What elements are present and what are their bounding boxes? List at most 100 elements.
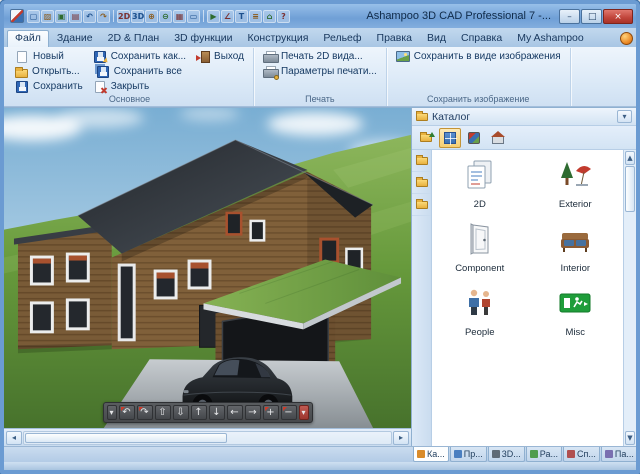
3d-viewport[interactable]: ▾ ↶ ↷ ⇧ ⇩ ↑ ↓ ← → + − ▾ xyxy=(4,108,412,429)
ashampoo-logo-icon xyxy=(620,32,633,45)
catalog-panel: Каталог ▾ 2D Exterior Component Interior… xyxy=(412,108,636,446)
save-as-button[interactable]: Сохранить как... xyxy=(88,49,191,65)
save-as-image-button[interactable]: Сохранить в виде изображения xyxy=(391,49,566,64)
folder-tab-1[interactable] xyxy=(412,150,431,172)
dock-tab-work[interactable]: Ра... xyxy=(525,447,562,462)
save-icon[interactable]: ▣ xyxy=(55,9,68,23)
text-icon[interactable]: T xyxy=(235,9,248,23)
zoom-out-nav-icon[interactable]: − xyxy=(280,405,297,421)
zoom-in-icon[interactable]: ⊕ xyxy=(145,9,158,23)
dock-tab-project[interactable]: Пр... xyxy=(449,447,487,462)
new-button[interactable]: Новый xyxy=(10,49,88,64)
home-icon[interactable] xyxy=(487,128,509,148)
dock-tab-reference[interactable]: Сп... xyxy=(562,447,600,462)
ribbon: Новый Открыть... Сохранить Сохранить как… xyxy=(4,47,636,107)
undo-icon[interactable]: ↶ xyxy=(83,9,96,23)
tab-building[interactable]: Здание xyxy=(50,30,100,47)
scroll-right-icon[interactable]: ▸ xyxy=(393,430,409,445)
folder-tab-2[interactable] xyxy=(412,172,431,194)
catalog-item-exterior[interactable]: Exterior xyxy=(528,156,624,220)
work-tab-icon xyxy=(529,450,538,458)
open-button[interactable]: Открыть... xyxy=(10,64,88,79)
hscroll-thumb[interactable] xyxy=(25,432,227,443)
app-window: ▢ ▨ ▣ ▤ ↶ ↷ 2D 3D ⊕ ⊖ ▦ ▭ ▶ ∠ T ≡ ⌂ ? As… xyxy=(0,0,640,474)
redo-icon[interactable]: ↷ xyxy=(97,9,110,23)
print-settings-button[interactable]: Параметры печати... xyxy=(258,64,382,80)
window-title: Ashampoo 3D CAD Professional 7 -... xyxy=(366,10,551,22)
tab-view[interactable]: Вид xyxy=(420,30,453,47)
rotate-right-icon[interactable]: ↷ xyxy=(136,405,153,421)
catalog-grid: 2D Exterior Component Interior People Mi… xyxy=(432,150,623,446)
materials-icon[interactable] xyxy=(463,128,485,148)
catalog-scrollbar: ▲ ▼ xyxy=(623,150,636,446)
move-right-icon[interactable]: → xyxy=(244,405,261,421)
tab-3d-functions[interactable]: 3D функции xyxy=(167,30,239,47)
category-interior-icon xyxy=(558,222,592,261)
scrollbar-thumb[interactable] xyxy=(625,166,635,212)
tab-help[interactable]: Справка xyxy=(454,30,509,47)
catalog-header: Каталог ▾ xyxy=(412,108,636,126)
dock-tab-3d[interactable]: 3D... xyxy=(487,447,525,462)
tab-terrain[interactable]: Рельеф xyxy=(316,30,368,47)
print-2d-button[interactable]: Печать 2D вида... xyxy=(258,49,382,64)
grid-view-icon[interactable] xyxy=(439,127,461,148)
save-button[interactable]: Сохранить xyxy=(10,79,88,94)
catalog-item-2d[interactable]: 2D xyxy=(432,156,528,220)
move-left-icon[interactable]: ← xyxy=(226,405,243,421)
scroll-left-icon[interactable]: ◂ xyxy=(6,430,22,445)
category-component-icon xyxy=(463,222,497,261)
exit-button[interactable]: Выход xyxy=(191,49,249,64)
ruler-icon[interactable]: ▭ xyxy=(187,9,200,23)
close-project-button[interactable]: Закрыть xyxy=(88,79,191,94)
home-view-icon[interactable]: ⌂ xyxy=(263,9,276,23)
catalog-item-component[interactable]: Component xyxy=(432,220,528,284)
status-bar xyxy=(4,462,636,470)
maximize-button[interactable]: □ xyxy=(581,8,602,24)
tab-file[interactable]: Файл xyxy=(7,30,49,47)
tilt-up-icon[interactable]: ⇧ xyxy=(154,405,171,421)
catalog-item-interior[interactable]: Interior xyxy=(528,220,624,284)
view-3d-icon[interactable]: 3D xyxy=(131,9,144,23)
tab-2d-plan[interactable]: 2D & План xyxy=(101,30,167,47)
folder-tab-3[interactable] xyxy=(412,194,431,216)
view-2d-icon[interactable]: 2D xyxy=(117,9,130,23)
rotate-left-icon[interactable]: ↶ xyxy=(118,405,135,421)
catalog-item-people[interactable]: People xyxy=(432,284,528,348)
grid-icon[interactable]: ▦ xyxy=(173,9,186,23)
measure-icon[interactable]: ∠ xyxy=(221,9,234,23)
save-all-button[interactable]: Сохранить все xyxy=(88,64,191,79)
tab-construction[interactable]: Конструкция xyxy=(240,30,315,47)
floppy-pencil-icon xyxy=(93,50,110,65)
scroll-down-icon[interactable]: ▼ xyxy=(625,431,635,445)
quick-access-toolbar: ▢ ▨ ▣ ▤ ↶ ↷ 2D 3D ⊕ ⊖ ▦ ▭ ▶ ∠ T ≡ ⌂ ? xyxy=(27,9,290,23)
move-up-icon[interactable]: ↑ xyxy=(190,405,207,421)
open-project-icon[interactable]: ▨ xyxy=(41,9,54,23)
move-down-icon[interactable]: ↓ xyxy=(208,405,225,421)
tab-my-ashampoo[interactable]: My Ashampoo xyxy=(510,30,591,47)
nav-menu-left-icon[interactable]: ▾ xyxy=(106,405,117,421)
zoom-out-icon[interactable]: ⊖ xyxy=(159,9,172,23)
print-icon[interactable]: ▤ xyxy=(69,9,82,23)
tilt-down-icon[interactable]: ⇩ xyxy=(172,405,189,421)
new-document-icon[interactable]: ▢ xyxy=(27,9,40,23)
category-people-icon xyxy=(463,286,497,325)
folder-up-icon[interactable] xyxy=(415,128,437,148)
zoom-in-nav-icon[interactable]: + xyxy=(262,405,279,421)
scroll-up-icon[interactable]: ▲ xyxy=(625,151,635,165)
group-label-main: Основное xyxy=(108,94,151,104)
catalog-item-misc[interactable]: Misc xyxy=(528,284,624,348)
layers-icon[interactable]: ≡ xyxy=(249,9,262,23)
selection-arrow-icon[interactable]: ▶ xyxy=(207,9,220,23)
dock-tab-panel[interactable]: Па... xyxy=(600,447,636,462)
help-icon[interactable]: ? xyxy=(277,9,290,23)
panel-options-icon[interactable]: ▾ xyxy=(617,110,632,123)
minimize-button[interactable]: – xyxy=(559,8,580,24)
nav-menu-right-icon[interactable]: ▾ xyxy=(298,405,309,421)
dock-tab-catalog[interactable]: Ка... xyxy=(413,447,449,462)
ribbon-group-save-image: Сохранить в виде изображения Сохранить и… xyxy=(387,48,571,106)
title-bar: ▢ ▨ ▣ ▤ ↶ ↷ 2D 3D ⊕ ⊖ ▦ ▭ ▶ ∠ T ≡ ⌂ ? As… xyxy=(4,4,636,28)
toolbar-separator xyxy=(113,10,114,22)
tab-edit[interactable]: Правка xyxy=(370,30,419,47)
close-button[interactable]: × xyxy=(603,8,633,24)
catalog-toolbar xyxy=(412,126,636,150)
